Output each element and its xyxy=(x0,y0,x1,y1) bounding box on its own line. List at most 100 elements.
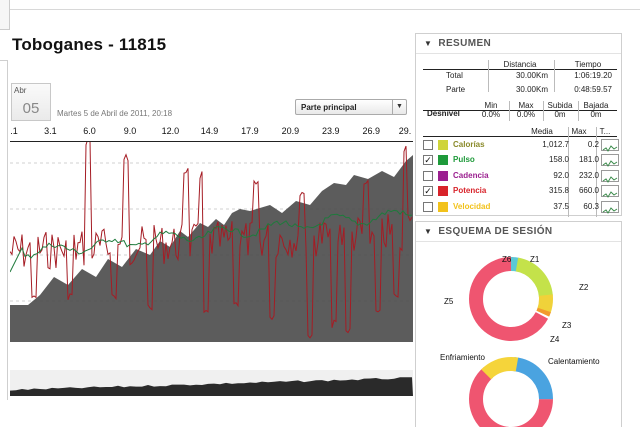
chevron-down-icon[interactable]: ▼ xyxy=(424,39,432,48)
resumen-panel: ▼ RESUMEN Distancia Tiempo Total 30.00Km … xyxy=(415,33,622,217)
esquema-header[interactable]: ▼ ESQUEMA DE SESIÓN xyxy=(416,222,621,242)
metric-color-swatch xyxy=(438,186,448,197)
sparkline-icon[interactable] xyxy=(601,185,619,199)
metric-row: ✓ Potencia 315.8 660.0 xyxy=(423,184,619,199)
left-edge-tab[interactable] xyxy=(0,0,10,30)
distance-tick-label: 26.9 xyxy=(362,126,380,136)
date-full: Martes 5 de Abril de 2011, 20:18 xyxy=(57,109,173,118)
chevron-down-icon[interactable]: ▼ xyxy=(392,100,406,114)
desnivel-max-header: Max xyxy=(518,101,534,110)
distance-tick-label: 29. xyxy=(398,126,412,136)
zone-z5-label: Z5 xyxy=(444,297,454,306)
desnivel-min: 0.0% xyxy=(481,110,501,119)
sparkline-icon[interactable] xyxy=(601,139,619,152)
sparkline-icon[interactable] xyxy=(601,200,619,214)
metric-checkbox[interactable]: ✓ xyxy=(423,186,433,197)
metric-color-swatch xyxy=(438,155,448,166)
resumen-title: RESUMEN xyxy=(438,38,492,49)
desnivel-bajada-header: Bajada xyxy=(583,101,609,110)
row-parte-distancia: 30.00Km xyxy=(515,85,548,94)
zones-ring xyxy=(469,257,553,341)
metric-max: 181.0 xyxy=(578,155,599,165)
distance-tick-label: 17.9 xyxy=(241,126,259,136)
phase-enfriamiento-label: Enfriamiento xyxy=(440,353,485,362)
sparkline-icon[interactable] xyxy=(601,169,619,183)
date-month: Abr xyxy=(14,86,27,95)
distance-tick-label: 6.0 xyxy=(83,126,96,136)
metric-color-swatch xyxy=(438,201,448,212)
metric-media-header: Media xyxy=(531,127,553,136)
metric-max: 0.2 xyxy=(587,140,599,149)
metric-media: 158.0 xyxy=(548,155,569,165)
zone-z4-label: Z4 xyxy=(550,335,560,344)
phase-calentamiento-label: Calentamiento xyxy=(548,357,600,366)
distance-tick-label: 9.0 xyxy=(123,126,137,136)
distance-tick-label: 14.9 xyxy=(200,126,219,136)
metric-checkbox[interactable] xyxy=(423,170,433,181)
metric-media: 1,012.7 xyxy=(542,140,569,149)
distance-tick-label: 12.0 xyxy=(161,126,180,136)
metric-media: 315.8 xyxy=(548,186,569,196)
metric-checkbox[interactable]: ✓ xyxy=(423,155,433,166)
esquema-title: ESQUEMA DE SESIÓN xyxy=(438,226,553,237)
sparkline-icon[interactable] xyxy=(601,154,619,168)
desnivel-label: Desnivel xyxy=(427,109,460,118)
metric-max: 232.0 xyxy=(578,170,599,180)
zone-z2-label: Z2 xyxy=(579,283,589,292)
row-total-tiempo: 1:06:19.20 xyxy=(574,71,612,80)
metric-max: 60.3 xyxy=(583,201,599,211)
col-tiempo: Tiempo xyxy=(574,60,602,69)
distance-axis: .1 3.1 6.0 9.0 12.0 14.9 17.9 20.9 23.9 26.9 29. xyxy=(10,126,413,138)
esquema-panel: ▼ ESQUEMA DE SESIÓN Z6 Z1 Z2 Z3 Z4 Z5 Enf… xyxy=(415,221,622,427)
row-total-distancia: 30.00Km xyxy=(515,71,548,80)
metric-name: Cadencia xyxy=(453,170,489,180)
metric-media: 92.0 xyxy=(553,170,569,180)
metric-color-swatch xyxy=(438,170,448,181)
zone-z6-label: Z6 xyxy=(502,255,512,264)
view-select-value: Parte principal xyxy=(301,103,357,112)
zone-z3-label: Z3 xyxy=(562,321,572,330)
metric-max: 660.0 xyxy=(578,186,599,196)
top-divider xyxy=(10,9,640,10)
metric-name: Potencia xyxy=(453,186,487,196)
metric-checkbox[interactable] xyxy=(423,140,433,150)
metric-t-header: T... xyxy=(599,127,611,136)
left-side-panel-edge xyxy=(0,60,8,400)
date-day: 05 xyxy=(22,100,40,117)
metric-color-swatch xyxy=(438,140,448,150)
overview-minimap[interactable] xyxy=(10,370,413,396)
row-total-label: Total xyxy=(446,71,463,80)
metric-checkbox[interactable] xyxy=(423,201,433,212)
session-scheme-rings xyxy=(469,257,553,427)
metric-row: Calorías 1,012.7 0.2 xyxy=(423,138,619,152)
distance-tick-label: 23.9 xyxy=(322,126,340,136)
main-activity-chart[interactable] xyxy=(10,142,413,342)
desnivel-subida-header: Subida xyxy=(547,101,573,110)
divider xyxy=(423,69,617,70)
distance-tick-label: .1 xyxy=(10,126,18,136)
divider xyxy=(423,136,617,137)
row-parte-label: Parte xyxy=(446,85,466,94)
metric-name: Pulso xyxy=(453,155,475,165)
date-badge: Abr 05 xyxy=(11,83,51,121)
metric-row: Cadencia 92.0 232.0 xyxy=(423,169,619,183)
metric-row: ✓ Pulso 158.0 181.0 xyxy=(423,153,619,168)
desnivel-max: 0.0% xyxy=(516,110,536,119)
desnivel-min-header: Min xyxy=(484,101,498,110)
row-parte-tiempo: 0:48:59.57 xyxy=(574,85,612,94)
desnivel-bajada: 0m xyxy=(590,110,602,119)
view-select[interactable]: Parte principal ▼ xyxy=(295,99,407,115)
metric-name: Calorías xyxy=(453,140,485,149)
distance-tick-label: 3.1 xyxy=(44,126,57,136)
chevron-down-icon[interactable]: ▼ xyxy=(424,227,432,236)
metric-row: Velocidad 37.5 60.3 xyxy=(423,200,619,214)
metric-media: 37.5 xyxy=(553,201,569,211)
desnivel-subida: 0m xyxy=(554,110,566,119)
col-distancia: Distancia xyxy=(503,60,537,69)
phases-ring xyxy=(469,357,553,427)
distance-tick-label: 20.9 xyxy=(281,126,300,136)
resumen-header[interactable]: ▼ RESUMEN xyxy=(416,34,621,54)
zone-z1-label: Z1 xyxy=(530,255,540,264)
page-title: Toboganes - 11815 xyxy=(12,35,167,54)
metric-name: Velocidad xyxy=(453,201,491,211)
